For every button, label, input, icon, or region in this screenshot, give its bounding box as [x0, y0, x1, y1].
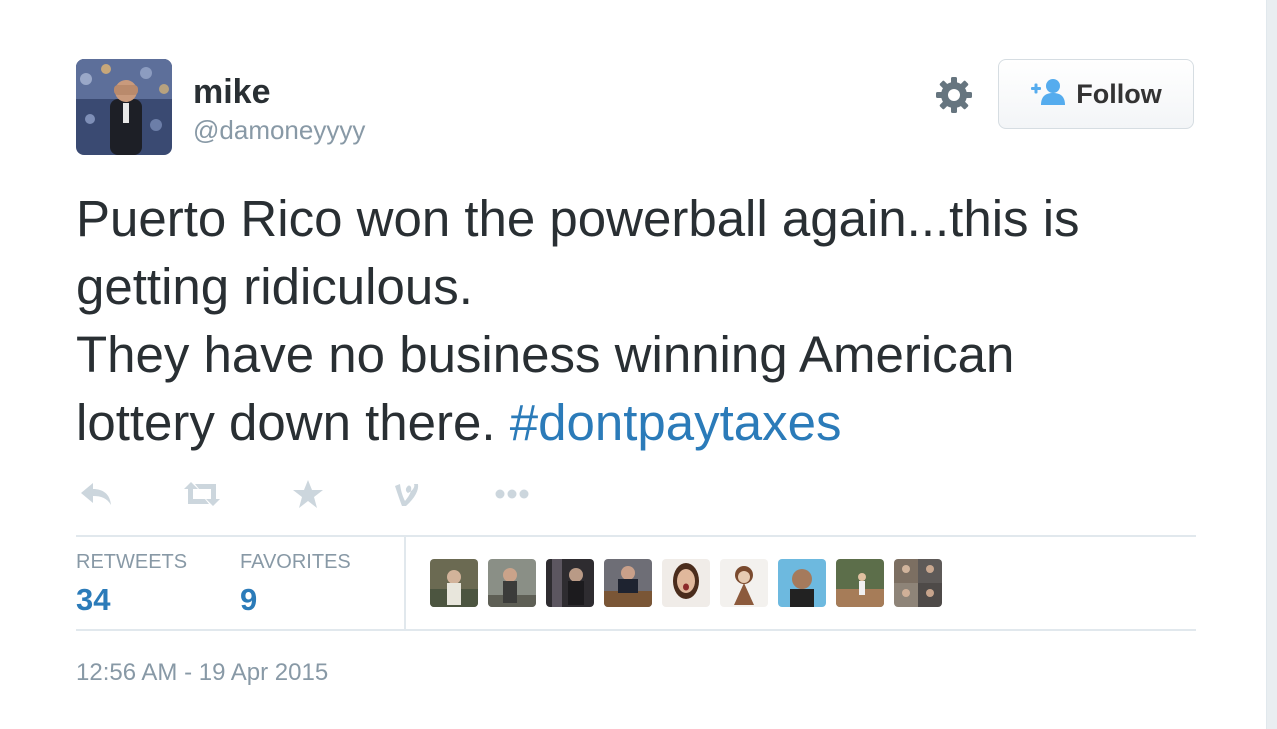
- avatar[interactable]: [488, 559, 536, 607]
- divider: [76, 629, 1196, 631]
- user-handle[interactable]: @damoneyyyy: [193, 115, 365, 145]
- avatar[interactable]: [836, 559, 884, 607]
- divider: [404, 537, 406, 629]
- avatar[interactable]: [662, 559, 710, 607]
- hashtag-link[interactable]: #dontpaytaxes: [510, 394, 842, 451]
- vine-icon[interactable]: [386, 474, 426, 514]
- retweet-icon[interactable]: [182, 474, 222, 514]
- favorites-label: FAVORITES: [240, 551, 351, 573]
- tweet-text-line: They have no business winning American: [76, 326, 1015, 383]
- tweet-header: mike @damoneyyyy Follow: [76, 59, 1196, 155]
- tweet-text: Puerto Rico won the powerball again...th…: [76, 185, 1206, 457]
- tweet-text-segment: lottery down there.: [76, 394, 510, 451]
- favorites-count: 9: [240, 582, 258, 617]
- retweets-stat[interactable]: RETWEETS 34: [76, 550, 187, 618]
- tweet-text-line: getting ridiculous.: [76, 258, 473, 315]
- gear-icon[interactable]: [934, 75, 974, 115]
- reply-icon[interactable]: [76, 474, 116, 514]
- follow-button-label: Follow: [1076, 78, 1162, 109]
- favorite-icon[interactable]: [288, 474, 328, 514]
- tweet-text-line: Puerto Rico won the powerball again...th…: [76, 190, 1080, 247]
- avatar[interactable]: [604, 559, 652, 607]
- tweet-timestamp[interactable]: 12:56 AM - 19 Apr 2015: [76, 658, 328, 688]
- retweets-label: RETWEETS: [76, 551, 188, 573]
- favorites-stat[interactable]: FAVORITES 9: [240, 550, 351, 618]
- more-icon[interactable]: [492, 474, 532, 514]
- divider: [76, 535, 1196, 537]
- user-name[interactable]: mike: [193, 73, 271, 111]
- follow-button[interactable]: Follow: [998, 59, 1194, 129]
- avatar[interactable]: [778, 559, 826, 607]
- tweet-text-line: lottery down there. #dontpaytaxes: [76, 389, 1206, 457]
- add-user-icon: [1030, 78, 1066, 111]
- avatar[interactable]: [894, 559, 942, 607]
- avatar[interactable]: [430, 559, 478, 607]
- avatar[interactable]: [76, 59, 172, 155]
- window-edge: [1266, 0, 1277, 729]
- avatar[interactable]: [546, 559, 594, 607]
- avatar[interactable]: [720, 559, 768, 607]
- retweets-count: 34: [76, 582, 111, 617]
